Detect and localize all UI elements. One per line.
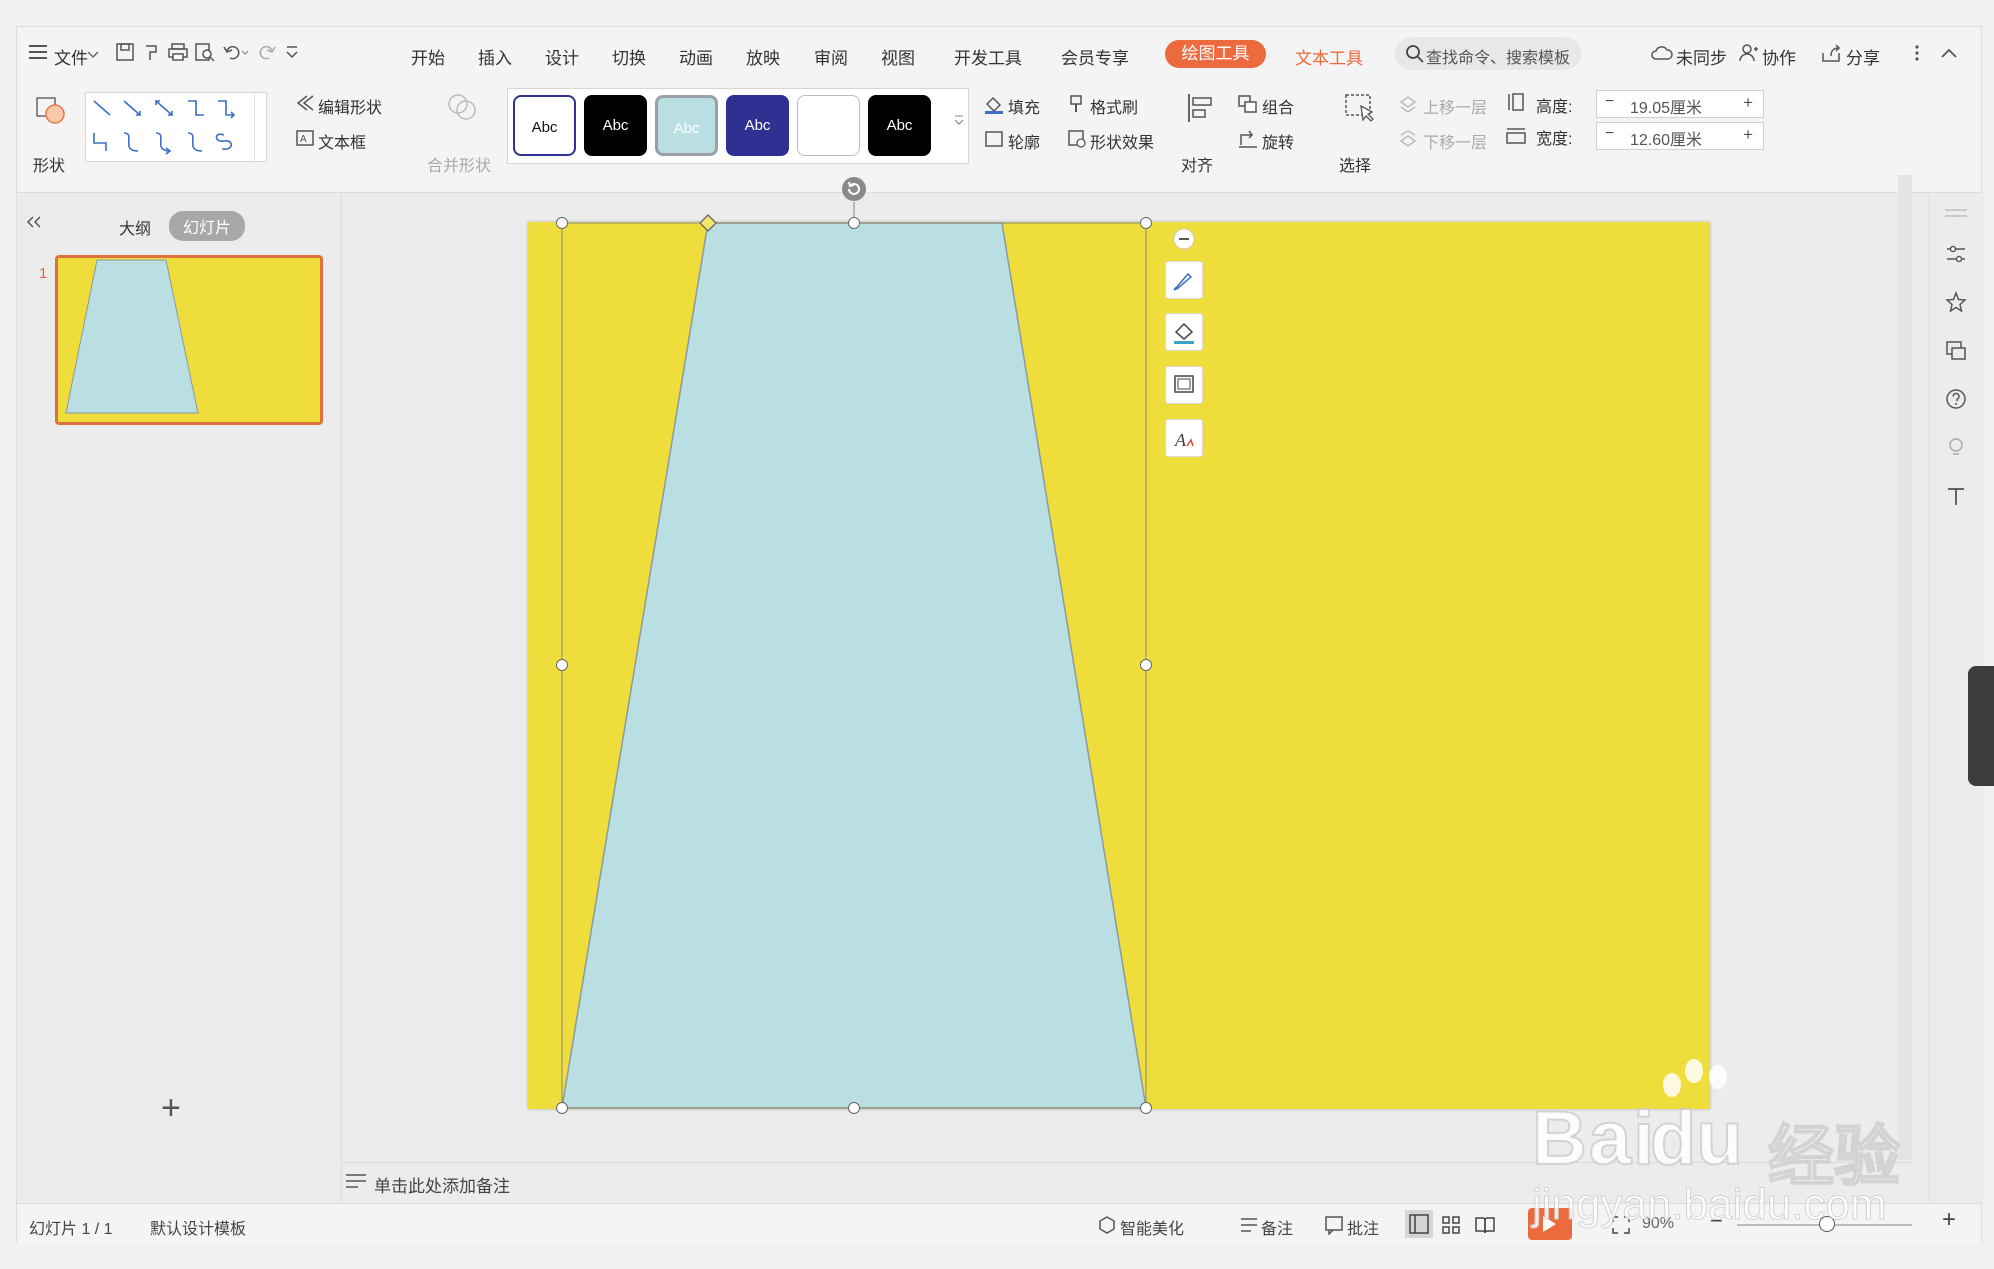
- collapse-float-toolbar-icon[interactable]: [1173, 228, 1195, 255]
- svg-text:A: A: [1174, 430, 1187, 450]
- brush-icon: [1173, 272, 1193, 291]
- side-tab-handle[interactable]: [1968, 666, 1994, 786]
- float-style-button[interactable]: [1165, 261, 1203, 299]
- resize-handle-bottom-right[interactable]: [1140, 1102, 1152, 1114]
- resize-handle-left[interactable]: [556, 659, 568, 671]
- resize-handle-top-right[interactable]: [1140, 217, 1152, 229]
- resize-handle-bottom[interactable]: [848, 1102, 860, 1114]
- paint-bucket-icon: [1174, 322, 1194, 344]
- resize-handle-top[interactable]: [848, 217, 860, 229]
- text-effect-icon: A: [1174, 430, 1194, 450]
- float-fill-button[interactable]: [1165, 313, 1203, 351]
- float-outline-button[interactable]: [1165, 366, 1203, 404]
- baidu-brand-text: Bai: [1531, 1095, 1657, 1182]
- resize-handle-top-left[interactable]: [556, 217, 568, 229]
- float-text-style-button[interactable]: A: [1165, 419, 1203, 457]
- resize-handle-bottom-left[interactable]: [556, 1102, 568, 1114]
- trapezoid-shape[interactable]: [561, 222, 1147, 1109]
- baidu-brand-du: du: [1649, 1095, 1744, 1182]
- border-icon: [1174, 375, 1194, 393]
- adjust-handle[interactable]: [699, 214, 717, 237]
- rotate-handle-icon[interactable]: [841, 176, 867, 207]
- baidu-url: jingyan.baidu.com: [1532, 1180, 1888, 1230]
- baidu-watermark: Bai du 经验 jingyan.baidu.com: [1531, 1055, 1962, 1245]
- resize-handle-right[interactable]: [1140, 659, 1152, 671]
